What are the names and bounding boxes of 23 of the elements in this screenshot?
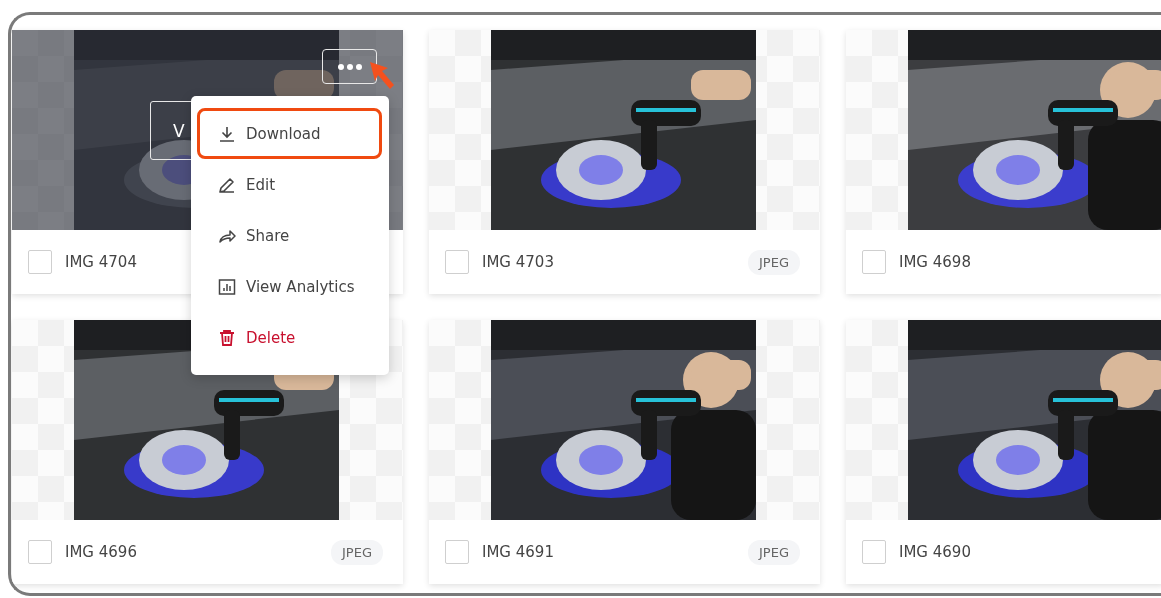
- checkbox[interactable]: [862, 540, 886, 564]
- file-name: IMG 4698: [899, 253, 972, 271]
- checkbox[interactable]: [28, 540, 52, 564]
- pencil-icon: [218, 175, 236, 194]
- file-name: IMG 4703: [482, 253, 555, 271]
- chart-icon: [218, 277, 236, 296]
- checkbox[interactable]: [862, 250, 886, 274]
- menu-item[interactable]: Share: [197, 210, 382, 261]
- more-icon: [336, 62, 363, 71]
- pointer-arrow-icon: [368, 60, 396, 92]
- file-name: IMG 4704: [65, 253, 138, 271]
- file-name: IMG 4691: [482, 543, 555, 561]
- menu-item[interactable]: Download: [197, 108, 382, 159]
- download-icon: [218, 124, 236, 143]
- checkbox[interactable]: [445, 540, 469, 564]
- trash-icon: [218, 328, 236, 347]
- menu-item[interactable]: Delete: [197, 312, 382, 363]
- menu-item[interactable]: View Analytics: [197, 261, 382, 312]
- checkbox[interactable]: [28, 250, 52, 274]
- menu-item[interactable]: Edit: [197, 159, 382, 210]
- file-name: IMG 4696: [65, 543, 138, 561]
- file-name: IMG 4690: [899, 543, 972, 561]
- checkbox[interactable]: [445, 250, 469, 274]
